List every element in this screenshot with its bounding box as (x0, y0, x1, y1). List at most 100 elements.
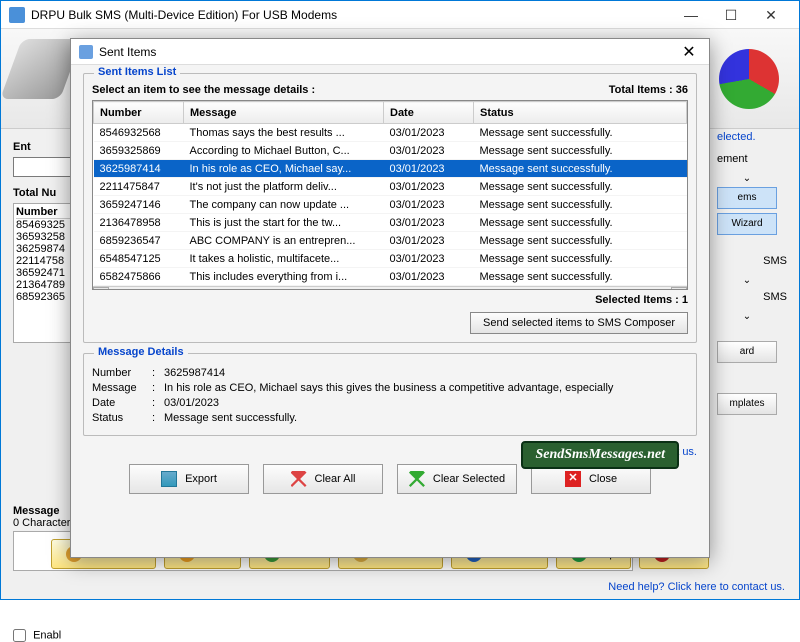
maximize-button[interactable]: ☐ (711, 1, 751, 29)
sms2-text: SMS (717, 291, 787, 303)
cell-number: 2136478958 (94, 214, 184, 232)
ent-label: Ent (13, 141, 31, 153)
cell-status: Message sent successfully. (474, 214, 687, 232)
total-label: Total Nu (13, 187, 56, 199)
export-label: Export (185, 473, 217, 485)
detail-status-key: Status (92, 412, 152, 424)
table-row[interactable]: 3659325869According to Michael Button, C… (94, 142, 687, 160)
table-row[interactable]: 8546932568Thomas says the best results .… (94, 124, 687, 142)
detail-date-key: Date (92, 397, 152, 409)
pie-chart-icon (719, 49, 779, 109)
cell-message: ABC COMPANY is an entrepren... (184, 232, 384, 250)
close-icon: ✕ (565, 471, 581, 487)
cell-status: Message sent successfully. (474, 178, 687, 196)
cell-date: 03/01/2023 (384, 196, 474, 214)
clear-all-label: Clear All (315, 473, 356, 485)
dropdown-stub2[interactable]: ⌄ (717, 271, 777, 285)
detail-status-value: Message sent successfully. (164, 412, 688, 424)
table-row[interactable]: 6859236547ABC COMPANY is an entrepren...… (94, 232, 687, 250)
cell-number: 3659247146 (94, 196, 184, 214)
cell-date: 03/01/2023 (384, 214, 474, 232)
cell-status: Message sent successfully. (474, 250, 687, 268)
table-row[interactable]: 2211475847It's not just the platform del… (94, 178, 687, 196)
clear-all-button[interactable]: Clear All (263, 464, 383, 494)
cell-status: Message sent successfully. (474, 268, 687, 286)
cell-number: 6548547125 (94, 250, 184, 268)
export-icon (161, 471, 177, 487)
minimize-button[interactable]: — (671, 1, 711, 29)
ement-text: ement (717, 153, 787, 165)
dialog-close-button[interactable]: ✕ (677, 42, 701, 62)
cell-message: In his role as CEO, Michael say... (184, 160, 384, 178)
cell-status: Message sent successfully. (474, 160, 687, 178)
col-number[interactable]: Number (94, 102, 184, 124)
cell-number: 3625987414 (94, 160, 184, 178)
cell-message: It's not just the platform deliv... (184, 178, 384, 196)
clear-selected-button[interactable]: Clear Selected (397, 464, 517, 494)
col-date[interactable]: Date (384, 102, 474, 124)
table-row[interactable]: 6582475866This includes everything from … (94, 268, 687, 286)
main-title: DRPU Bulk SMS (Multi-Device Edition) For… (31, 8, 671, 22)
group2-title: Message Details (94, 346, 188, 358)
export-button[interactable]: Export (129, 464, 249, 494)
cell-date: 03/01/2023 (384, 124, 474, 142)
group1-title: Sent Items List (94, 66, 180, 78)
dialog-titlebar: Sent Items ✕ (71, 39, 709, 65)
cell-status: Message sent successfully. (474, 142, 687, 160)
sent-items-table[interactable]: Number Message Date Status 8546932568Tho… (92, 100, 688, 290)
cell-number: 8546932568 (94, 124, 184, 142)
detail-message-key: Message (92, 382, 152, 394)
table-row[interactable]: 3625987414In his role as CEO, Michael sa… (94, 160, 687, 178)
cell-number: 2211475847 (94, 178, 184, 196)
dropdown-stub[interactable]: ⌄ (717, 169, 777, 183)
detail-date-value: 03/01/2023 (164, 397, 688, 409)
col-status[interactable]: Status (474, 102, 687, 124)
cell-message: It takes a holistic, multifacete... (184, 250, 384, 268)
send-to-composer-button[interactable]: Send selected items to SMS Composer (470, 312, 688, 334)
enable-checkbox[interactable] (13, 629, 26, 642)
wizard-button[interactable]: Wizard (717, 213, 777, 235)
cell-status: Message sent successfully. (474, 232, 687, 250)
horizontal-scrollbar[interactable]: ◄ ► (93, 286, 687, 290)
cell-message: According to Michael Button, C... (184, 142, 384, 160)
sms1-text: SMS (717, 255, 787, 267)
cell-date: 03/01/2023 (384, 232, 474, 250)
dialog-icon (79, 45, 93, 59)
detail-message-value: In his role as CEO, Michael says this gi… (164, 382, 688, 394)
cell-number: 3659325869 (94, 142, 184, 160)
instruction-text: Select an item to see the message detail… (92, 84, 315, 96)
total-items-text: Total Items : 36 (609, 84, 688, 96)
table-row[interactable]: 2136478958This is just the start for the… (94, 214, 687, 232)
main-titlebar: DRPU Bulk SMS (Multi-Device Edition) For… (1, 1, 799, 29)
elected-text: elected. (717, 131, 787, 143)
selected-items-text: Selected Items : 1 (92, 294, 688, 306)
cell-message: This is just the start for the tw... (184, 214, 384, 232)
scroll-right-icon[interactable]: ► (671, 287, 687, 290)
cell-status: Message sent successfully. (474, 124, 687, 142)
watermark: SendSmsMessages.net (521, 441, 679, 469)
right-sidebar: elected. ement ⌄ ems Wizard SMS ⌄ SMS ⌄ … (717, 131, 787, 419)
table-row[interactable]: 6548547125It takes a holistic, multiface… (94, 250, 687, 268)
cell-date: 03/01/2023 (384, 250, 474, 268)
main-help-link[interactable]: Need help? Click here to contact us. (608, 581, 785, 593)
scroll-thumb[interactable] (95, 289, 615, 290)
table-row[interactable]: 3659247146The company can now update ...… (94, 196, 687, 214)
dropdown-stub3[interactable]: ⌄ (717, 307, 777, 321)
close-button[interactable]: ✕ (751, 1, 791, 29)
cell-date: 03/01/2023 (384, 178, 474, 196)
cell-date: 03/01/2023 (384, 160, 474, 178)
cell-date: 03/01/2023 (384, 268, 474, 286)
enable-row: Enabl (13, 629, 61, 642)
detail-number-key: Number (92, 367, 152, 379)
mplates-button[interactable]: mplates (717, 393, 777, 415)
clear-selected-icon (409, 471, 425, 487)
cell-message: Thomas says the best results ... (184, 124, 384, 142)
clear-all-icon (291, 471, 307, 487)
dialog-title: Sent Items (99, 45, 677, 59)
clear-selected-label: Clear Selected (433, 473, 505, 485)
message-details-group: Message Details Number:3625987414 Messag… (83, 353, 697, 436)
col-message[interactable]: Message (184, 102, 384, 124)
ems-button[interactable]: ems (717, 187, 777, 209)
cell-message: This includes everything from i... (184, 268, 384, 286)
ard-button[interactable]: ard (717, 341, 777, 363)
